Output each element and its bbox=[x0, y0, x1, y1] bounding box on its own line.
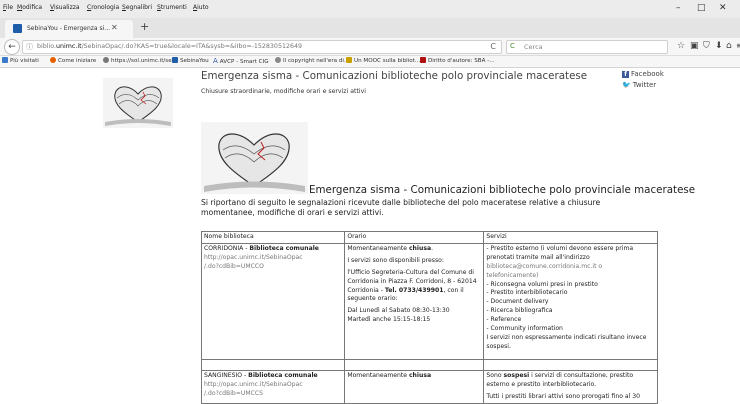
new-tab-button[interactable]: + bbox=[140, 20, 149, 33]
table-header: Orario bbox=[344, 231, 485, 244]
menu-visualizza[interactable]: Visualizza bbox=[50, 4, 80, 11]
library-icon[interactable]: ▣ bbox=[690, 41, 699, 51]
servizi-text: - Reference bbox=[486, 316, 522, 324]
servizi-text: I servizi non espressamente indicati ris… bbox=[486, 333, 647, 350]
tab-close-icon[interactable]: ✕ bbox=[111, 23, 118, 32]
menu-strumenti[interactable]: Strumenti bbox=[157, 4, 187, 11]
orario-status: Momentaneamente chiusa. bbox=[347, 244, 433, 252]
bookmark-sebinayou[interactable]: SebinaYou bbox=[172, 57, 209, 64]
search-box[interactable]: C Cerca bbox=[506, 40, 668, 54]
menu-modifica[interactable]: Modifica bbox=[17, 4, 42, 11]
table-row: SANGINESIO - Biblioteca comunale http://… bbox=[200, 369, 658, 404]
page-header-title: Emergenza sisma - Comunicazioni bibliote… bbox=[201, 70, 588, 82]
servizi-text: Sono sospesi i servizi di consultazione,… bbox=[486, 371, 634, 388]
servizi-text: - Community information bbox=[486, 325, 563, 333]
servizi-text: Tutti i prestiti librari attivi sono pro… bbox=[486, 392, 641, 400]
tab-title: SebinaYou - Emergenza si... bbox=[27, 25, 111, 32]
bookmark-star-icon[interactable]: ☆ bbox=[677, 41, 685, 51]
library-cell: SANGINESIO - Biblioteca comunale http://… bbox=[200, 369, 346, 404]
orario-text: Martedì anche 15:15-18:15 bbox=[347, 316, 431, 324]
twitter-link[interactable]: 🐦 Twitter bbox=[622, 81, 656, 89]
facebook-link[interactable]: f Facebook bbox=[622, 70, 664, 78]
sba-icon bbox=[420, 57, 426, 63]
page-header-subtitle: Chiusure straordinarie, modifiche orari … bbox=[201, 88, 366, 95]
info-icon[interactable]: ⓘ bbox=[26, 42, 33, 52]
servizi-cell: - Prestito esterno (i volumi devono esse… bbox=[483, 242, 658, 360]
library-name: CORRIDONIA - Biblioteca comunale bbox=[204, 244, 319, 252]
orario-status: Momentaneamente chiusa bbox=[347, 371, 432, 379]
bookmark-icon bbox=[2, 57, 8, 63]
back-arrow-icon[interactable]: ← bbox=[4, 39, 20, 55]
servizi-cell: Sono sospesi i servizi di consultazione,… bbox=[483, 369, 658, 404]
menu-hamburger-icon[interactable]: ≡ bbox=[736, 41, 740, 50]
sebina-favicon-icon bbox=[13, 24, 22, 33]
bookmark-sol-unimc[interactable]: https://sol.unimc.it/se... bbox=[103, 57, 177, 64]
bookmark-diritto-autore[interactable]: Diritto d'autore: SBA -... bbox=[420, 57, 495, 64]
address-bar[interactable]: ⓘ biblio.unimc.it/SebinaOpac/.do?KAS=tru… bbox=[22, 40, 502, 54]
servizi-text: - Riconsegna volumi presi in prestito bbox=[486, 280, 598, 288]
orario-cell: Momentaneamente chiusa bbox=[344, 369, 485, 404]
table-header: Servizi bbox=[483, 231, 658, 244]
minimize-icon[interactable]: – bbox=[676, 3, 681, 13]
url-text: biblio.unimc.it/SebinaOpac/.do?KAS=true&… bbox=[37, 43, 302, 50]
book-heart-image bbox=[103, 78, 173, 128]
library-cell: CORRIDONIA - Biblioteca comunale http://… bbox=[200, 242, 346, 360]
table-row: CORRIDONIA - Biblioteca comunale http://… bbox=[200, 242, 658, 360]
article-intro: Si riportano di seguito le segnalazioni … bbox=[201, 198, 601, 217]
firefox-icon bbox=[50, 57, 56, 63]
download-icon[interactable]: ⬇ bbox=[715, 41, 723, 51]
servizi-text: - Prestito interbibliotecario bbox=[486, 289, 568, 297]
pocket-icon[interactable]: ⛉ bbox=[703, 41, 710, 51]
orario-cell: Momentaneamente chiusa. I servizi sono d… bbox=[344, 242, 485, 360]
close-window-icon[interactable]: ✕ bbox=[719, 3, 727, 13]
facebook-icon: f bbox=[622, 71, 629, 78]
globe-icon bbox=[275, 57, 281, 63]
table-header-row: Nome biblioteca Orario Servizi bbox=[200, 231, 658, 244]
article-title: Emergenza sisma - Comunicazioni bibliote… bbox=[309, 184, 696, 196]
search-engine-icon: C bbox=[510, 42, 515, 50]
bookmark-come-iniziare[interactable]: Come iniziare bbox=[50, 57, 96, 64]
menu-file[interactable]: File bbox=[3, 4, 13, 11]
table-spacer-row bbox=[200, 358, 658, 371]
orario-text: l'Ufficio Segreteria-Cultura del Comune … bbox=[347, 268, 477, 303]
bookmark-avcp[interactable]: A AVCP - Smart CIG bbox=[213, 57, 269, 65]
twitter-icon: 🐦 bbox=[622, 81, 631, 89]
opac-link[interactable]: http://opac.unimc.it/SebinaOpac/.do?cdBi… bbox=[204, 254, 342, 272]
reload-icon[interactable]: C bbox=[490, 42, 496, 51]
tab-sebinayou[interactable]: SebinaYou - Emergenza si... ✕ bbox=[5, 20, 133, 38]
orario-text: I servizi sono disponibili presso: bbox=[347, 256, 444, 264]
menu-aiuto[interactable]: Aiuto bbox=[193, 4, 209, 11]
opac-link[interactable]: http://opac.unimc.it/SebinaOpac/.do?cdBi… bbox=[204, 381, 342, 399]
servizi-text: - Document delivery bbox=[486, 298, 549, 306]
globe-icon bbox=[103, 57, 109, 63]
servizi-text: - Ricerca bibliografica bbox=[486, 307, 553, 315]
home-icon[interactable]: ⌂ bbox=[726, 41, 732, 51]
sebina-favicon-icon bbox=[172, 57, 178, 63]
library-name: SANGINESIO - Biblioteca comunale bbox=[204, 371, 318, 379]
avcp-icon: A bbox=[213, 57, 218, 65]
servizi-text: - Prestito esterno (i volumi devono esse… bbox=[486, 244, 634, 261]
bookmark-piu-visitati[interactable]: Più visitati bbox=[2, 57, 39, 64]
orario-text: Dal Lunedì al Sabato 08:30-13:30 bbox=[347, 307, 450, 315]
book-heart-image bbox=[201, 122, 308, 194]
search-placeholder: Cerca bbox=[524, 43, 543, 51]
libraries-table: Nome biblioteca Orario Servizi CORRIDONI… bbox=[200, 231, 658, 404]
maximize-icon[interactable]: □ bbox=[697, 3, 706, 13]
bookmark-copyright[interactable]: Il copyright nell'era di... bbox=[275, 57, 349, 64]
menu-segnalibri[interactable]: Segnalibri bbox=[122, 4, 152, 11]
email-link[interactable]: biblioteca@comune.corridonia.mc.it o tel… bbox=[486, 263, 655, 281]
menu-cronologia[interactable]: Cronologia bbox=[87, 4, 119, 11]
bookmark-mooc[interactable]: Un MOOC sulla bibliot... bbox=[346, 57, 420, 64]
mooc-icon bbox=[346, 57, 352, 63]
table-header: Nome biblioteca bbox=[200, 231, 346, 244]
menu-bar: File Modifica Visualizza Cronologia Segn… bbox=[0, 0, 740, 18]
